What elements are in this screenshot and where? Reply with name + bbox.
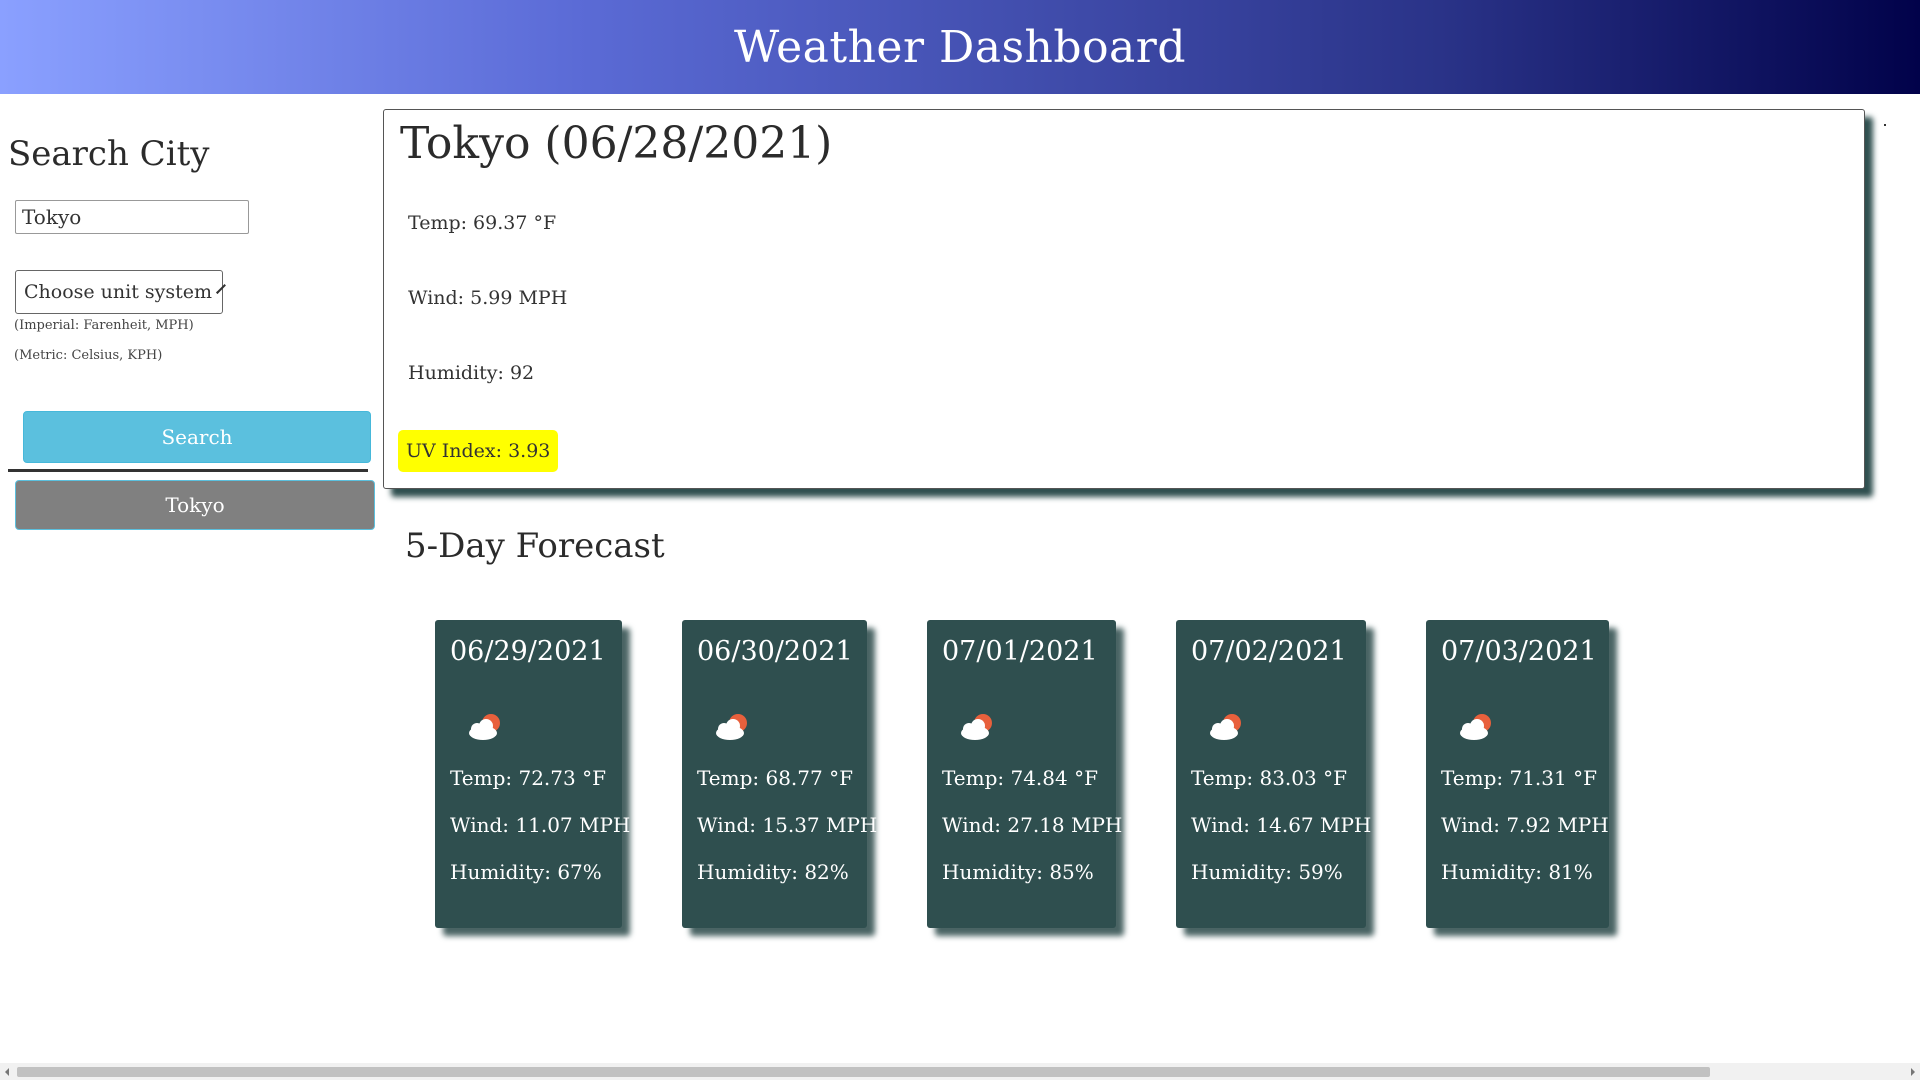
forecast-date: 07/01/2021: [942, 636, 1098, 667]
unit-system-select[interactable]: Choose unit system: [15, 270, 226, 314]
metric-note: (Metric: Celsius, KPH): [14, 348, 163, 363]
stray-dot: [1884, 124, 1886, 126]
forecast-date: 07/02/2021: [1191, 636, 1347, 667]
forecast-humidity: Humidity: 67%: [450, 860, 602, 884]
forecast-wind: Wind: 27.18 MPH: [942, 813, 1123, 837]
forecast-card: 06/30/2021 Temp: 68.77 °F Wind: 15.37 MPH H…: [682, 620, 877, 928]
forecast-humidity: Humidity: 82%: [697, 860, 849, 884]
current-weather-card: Tokyo (06/28/2021) Temp: 69.37 °F Wind: …: [383, 109, 1865, 489]
chevron-down-icon: [216, 284, 226, 294]
forecast-date: 06/29/2021: [450, 636, 606, 667]
sidebar-divider: [8, 469, 368, 472]
history-item-tokyo[interactable]: Tokyo: [15, 480, 375, 530]
forecast-humidity: Humidity: 85%: [942, 860, 1094, 884]
forecast-humidity: Humidity: 81%: [1441, 860, 1593, 884]
forecast-heading: 5-Day Forecast: [405, 526, 665, 566]
forecast-wind: Wind: 7.92 MPH: [1441, 813, 1609, 837]
current-humidity: Humidity: 92: [408, 362, 535, 384]
uv-index-badge: UV Index: 3.93: [398, 430, 559, 472]
forecast-date: 07/03/2021: [1441, 636, 1597, 667]
forecast-card: 07/01/2021 Temp: 74.84 °F Wind: 27.18 MPH H…: [927, 620, 1122, 928]
current-wind: Wind: 5.99 MPH: [408, 287, 568, 309]
cloud-sun-icon: [1210, 714, 1241, 740]
cloud-sun-icon: [1460, 714, 1491, 740]
scrollbar-thumb[interactable]: [17, 1067, 1710, 1077]
cloud-sun-icon: [469, 714, 500, 740]
current-temp: Temp: 69.37 °F: [408, 212, 557, 234]
scroll-right-icon[interactable]: [1911, 1068, 1915, 1076]
current-city-title: Tokyo (06/28/2021): [400, 118, 833, 169]
app-header: Weather Dashboard: [0, 0, 1920, 94]
forecast-date: 06/30/2021: [697, 636, 853, 667]
forecast-wind: Wind: 11.07 MPH: [450, 813, 631, 837]
forecast-card: 07/02/2021 Temp: 83.03 °F Wind: 14.67 MPH H…: [1176, 620, 1371, 928]
unit-select-label: Choose unit system: [24, 281, 213, 303]
forecast-temp: Temp: 83.03 °F: [1191, 766, 1347, 790]
city-search-input[interactable]: [15, 200, 249, 234]
search-button[interactable]: Search: [23, 411, 371, 463]
search-city-heading: Search City: [8, 134, 210, 174]
forecast-card: 06/29/2021 Temp: 72.73 °F Wind: 11.07 MPH H…: [435, 620, 630, 928]
horizontal-scrollbar[interactable]: [0, 1063, 1920, 1080]
forecast-wind: Wind: 14.67 MPH: [1191, 813, 1372, 837]
forecast-temp: Temp: 72.73 °F: [450, 766, 606, 790]
scroll-left-icon[interactable]: [5, 1068, 9, 1076]
cloud-sun-icon: [961, 714, 992, 740]
imperial-note: (Imperial: Farenheit, MPH): [14, 318, 194, 333]
forecast-card: 07/03/2021 Temp: 71.31 °F Wind: 7.92 MPH Hu…: [1426, 620, 1609, 928]
forecast-temp: Temp: 74.84 °F: [942, 766, 1098, 790]
forecast-humidity: Humidity: 59%: [1191, 860, 1343, 884]
cloud-sun-icon: [716, 714, 747, 740]
forecast-wind: Wind: 15.37 MPH: [697, 813, 878, 837]
forecast-temp: Temp: 68.77 °F: [697, 766, 853, 790]
page-title: Weather Dashboard: [733, 21, 1186, 73]
forecast-temp: Temp: 71.31 °F: [1441, 766, 1597, 790]
